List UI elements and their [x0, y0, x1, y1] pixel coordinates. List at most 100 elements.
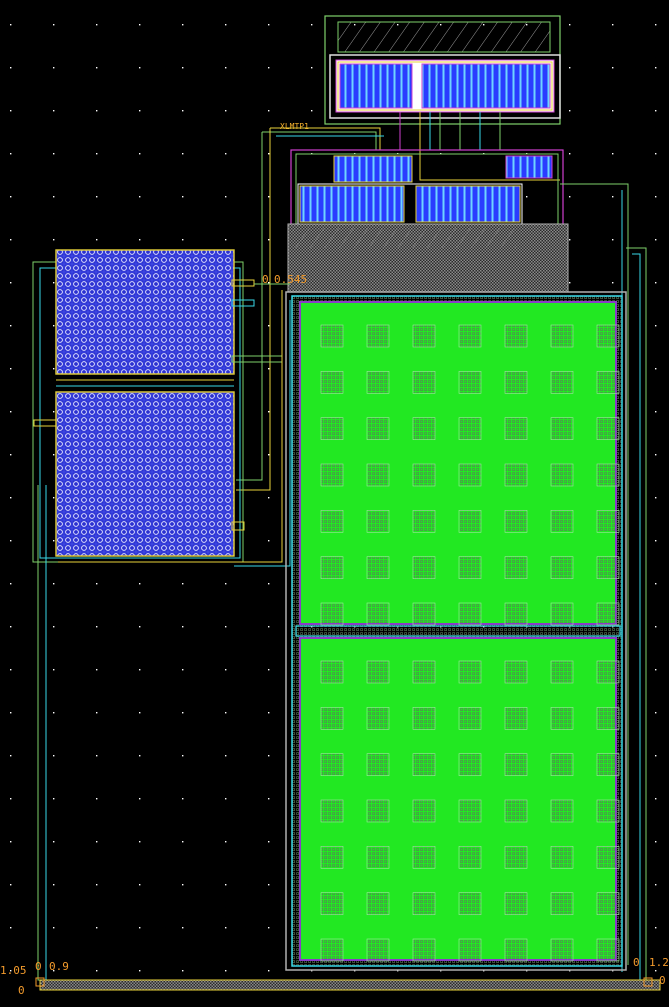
grid-dot: [10, 325, 12, 327]
grid-dot: [139, 24, 141, 26]
via-patch: [596, 324, 620, 348]
grid-dot: [182, 583, 184, 585]
grid-dot: [96, 626, 98, 628]
via-patch: [320, 846, 344, 869]
via-patch: [458, 799, 482, 823]
grid-dot: [182, 24, 184, 26]
via-patch: [550, 799, 574, 823]
grid-dot: [96, 583, 98, 585]
grid-dot: [53, 411, 55, 413]
via-patch: [412, 417, 436, 440]
grid-dot: [655, 368, 657, 370]
via-patch: [550, 324, 574, 348]
via-patch: [596, 660, 620, 684]
grid-dot: [139, 755, 141, 757]
grid-dot: [311, 67, 313, 69]
via-patch: [596, 371, 620, 394]
grid-dot: [225, 67, 227, 69]
grid-dot: [139, 712, 141, 714]
via-patch: [504, 846, 528, 869]
via-patch: [412, 938, 436, 962]
grid-dot: [96, 841, 98, 843]
grid-dot: [96, 153, 98, 155]
via-patch: [458, 660, 482, 684]
via-patch: [458, 753, 482, 776]
via-patch: [366, 602, 390, 626]
grid-dot: [10, 67, 12, 69]
via-patch: [366, 938, 390, 962]
grid-dot: [612, 196, 614, 198]
grid-dot: [225, 712, 227, 714]
grid-dot: [311, 110, 313, 112]
via-patch: [550, 846, 574, 869]
via-patch: [504, 799, 528, 823]
grid-dot: [655, 497, 657, 499]
via-patch: [366, 417, 390, 440]
grid-dot: [655, 411, 657, 413]
via-patch: [412, 510, 436, 533]
grid-dot: [53, 712, 55, 714]
grid-dot: [569, 67, 571, 69]
layout-canvas: [10, 15, 661, 991]
left-cell-array: [32, 249, 291, 991]
middle-transistor-block: [287, 149, 569, 293]
bottom-left-value-c: 0: [35, 960, 42, 973]
grid-dot: [96, 927, 98, 929]
grid-dot: [10, 755, 12, 757]
grid-dot: [139, 239, 141, 241]
grid-dot: [569, 282, 571, 284]
grid-dot: [182, 798, 184, 800]
via-patch: [550, 602, 574, 626]
grid-dot: [10, 669, 12, 671]
via-patch: [366, 846, 390, 869]
grid-dot: [53, 196, 55, 198]
via-patch: [504, 324, 528, 348]
grid-dot: [139, 884, 141, 886]
grid-dot: [225, 196, 227, 198]
grid-dot: [655, 24, 657, 26]
via-patch: [366, 556, 390, 579]
via-patch: [366, 463, 390, 487]
grid-dot: [655, 540, 657, 542]
grid-dot: [182, 67, 184, 69]
via-patch: [550, 938, 574, 962]
grid-dot: [182, 239, 184, 241]
via-patch: [412, 324, 436, 348]
grid-dot: [139, 583, 141, 585]
via-patch: [550, 660, 574, 684]
grid-dot: [655, 626, 657, 628]
grid-dot: [225, 153, 227, 155]
net-value-b: 0.545: [274, 273, 308, 286]
grid-dot: [10, 153, 12, 155]
grid-dot: [53, 454, 55, 456]
bottom-right-value-a: 0: [633, 956, 640, 969]
via-patch: [504, 463, 528, 487]
grid-dot: [655, 67, 657, 69]
net-label-top: XLMTP1: [280, 122, 309, 131]
bottom-rail: [35, 977, 661, 991]
grid-dot: [569, 196, 571, 198]
grid-dot: [612, 24, 614, 26]
via-patch: [458, 938, 482, 962]
via-patch: [320, 556, 344, 579]
bottom-left-value-b: 0: [18, 984, 25, 997]
grid-dot: [655, 583, 657, 585]
grid-dot: [569, 239, 571, 241]
via-patch: [320, 417, 344, 440]
grid-dot: [655, 841, 657, 843]
grid-dot: [53, 669, 55, 671]
grid-dot: [182, 712, 184, 714]
grid-dot: [268, 497, 270, 499]
via-patch: [504, 371, 528, 394]
grid-dot: [10, 196, 12, 198]
via-patch: [320, 799, 344, 823]
grid-dot: [268, 411, 270, 413]
grid-dot: [225, 239, 227, 241]
via-patch: [596, 753, 620, 776]
grid-dot: [225, 626, 227, 628]
grid-dot: [311, 24, 313, 26]
via-patch: [366, 324, 390, 348]
via-patch: [320, 660, 344, 684]
via-patch: [458, 324, 482, 348]
via-patch: [596, 799, 620, 823]
